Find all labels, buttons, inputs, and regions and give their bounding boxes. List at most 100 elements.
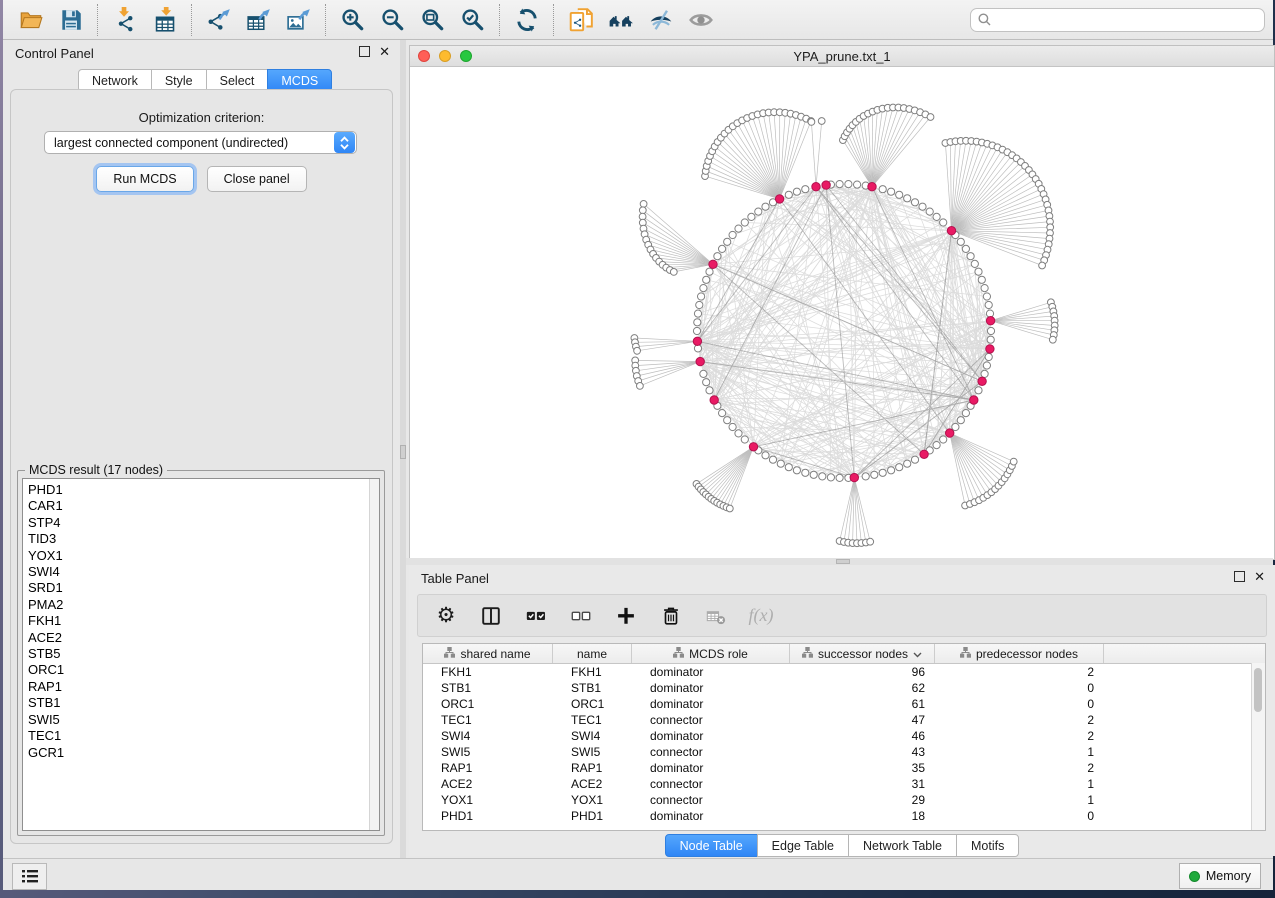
list-icon [22, 870, 38, 883]
first-neighbors-button[interactable] [601, 3, 641, 37]
application-window: Control Panel ✕ NetworkStyleSelectMCDS O… [3, 0, 1273, 890]
table-row[interactable]: YOX1YOX1connector291 [423, 792, 1265, 808]
mcds-result-item[interactable]: PMA2 [23, 597, 369, 613]
search-input[interactable] [997, 12, 1257, 28]
cell: 31 [790, 776, 935, 792]
cell: SWI4 [423, 728, 553, 744]
table-scrollbar-thumb[interactable] [1254, 668, 1262, 712]
search-box[interactable] [970, 8, 1265, 32]
table-row[interactable]: SWI4SWI4dominator462 [423, 728, 1265, 744]
table-scrollbar[interactable] [1251, 663, 1265, 830]
export-table-button[interactable] [239, 3, 279, 37]
mcds-result-item[interactable]: SRD1 [23, 580, 369, 596]
mcds-result-list[interactable]: PHD1CAR1STP4TID3YOX1SWI4SRD1PMA2FKH1ACE2… [22, 478, 380, 831]
horizontal-splitter[interactable] [406, 558, 1273, 565]
close-table-panel-icon[interactable]: ✕ [1254, 571, 1265, 582]
zoom-fit-button[interactable] [413, 3, 453, 37]
mcds-result-item[interactable]: STB1 [23, 695, 369, 711]
mcds-result-item[interactable]: TID3 [23, 531, 369, 547]
table-row[interactable]: ACE2ACE2connector311 [423, 776, 1265, 792]
table-row[interactable]: SWI5SWI5connector431 [423, 744, 1265, 760]
optimization-select[interactable]: largest connected component (undirected) [44, 131, 357, 154]
column-header-predecessor-nodes[interactable]: predecessor nodes [935, 644, 1104, 663]
horizontal-splitter-handle[interactable] [836, 559, 850, 564]
add-column-button[interactable] [613, 602, 639, 630]
float-panel-icon[interactable] [359, 46, 370, 57]
mcds-result-group: MCDS result (17 nodes) PHD1CAR1STP4TID3Y… [17, 470, 385, 836]
hide-selected-button[interactable] [641, 3, 681, 37]
cell: connector [632, 744, 790, 760]
copy-network-button[interactable] [561, 3, 601, 37]
vertical-splitter[interactable] [400, 40, 406, 858]
column-header-name[interactable]: name [553, 644, 632, 663]
cell: TEC1 [423, 712, 553, 728]
mcds-result-item[interactable]: PHD1 [23, 482, 369, 498]
column-header-shared-name[interactable]: shared name [423, 644, 553, 663]
cell-filler [1104, 696, 1265, 712]
zoom-out-button[interactable] [373, 3, 413, 37]
column-label: shared name [460, 647, 530, 661]
mcds-result-item[interactable]: STB5 [23, 646, 369, 662]
column-visibility-button[interactable] [478, 602, 504, 630]
cell-filler [1104, 744, 1265, 760]
mcds-result-item[interactable]: SWI4 [23, 564, 369, 580]
import-network-button[interactable] [105, 3, 145, 37]
save-session-button[interactable] [51, 3, 91, 37]
table-row[interactable]: FKH1FKH1dominator962 [423, 664, 1265, 680]
table-row[interactable]: PHD1PHD1dominator180 [423, 808, 1265, 824]
cell: 47 [790, 712, 935, 728]
cell: 43 [790, 744, 935, 760]
export-image-button[interactable] [279, 3, 319, 37]
show-all-button[interactable] [681, 3, 721, 37]
settings-gear-button[interactable]: ⚙ [433, 602, 459, 630]
list-scrollbar[interactable] [369, 479, 379, 830]
toolbar-separator [499, 4, 501, 36]
cell: 96 [790, 664, 935, 680]
delete-column-button[interactable] [658, 602, 684, 630]
close-panel-icon[interactable]: ✕ [379, 46, 390, 57]
column-header-successor-nodes[interactable]: successor nodes [790, 644, 935, 663]
deselect-all-button[interactable] [568, 602, 594, 630]
panel-list-button[interactable] [12, 863, 47, 890]
zoom-in-button[interactable] [333, 3, 373, 37]
table-row[interactable]: ORC1ORC1dominator610 [423, 696, 1265, 712]
tree-icon [960, 647, 971, 661]
mcds-result-item[interactable]: CAR1 [23, 498, 369, 514]
table-row[interactable]: STB1STB1dominator620 [423, 680, 1265, 696]
column-header-MCDS-role[interactable]: MCDS role [632, 644, 790, 663]
import-table-button[interactable] [145, 3, 185, 37]
run-mcds-button[interactable]: Run MCDS [96, 166, 193, 192]
network-canvas[interactable] [410, 67, 1274, 559]
cell: 61 [790, 696, 935, 712]
zoom-selected-button[interactable] [453, 3, 493, 37]
table-row[interactable]: TEC1TEC1connector472 [423, 712, 1265, 728]
tab-network-table[interactable]: Network Table [848, 834, 957, 857]
refresh-layout-button[interactable] [507, 3, 547, 37]
sort-descending-icon [913, 647, 922, 661]
float-table-panel-icon[interactable] [1234, 571, 1245, 582]
mcds-result-item[interactable]: YOX1 [23, 548, 369, 564]
close-panel-button[interactable]: Close panel [207, 166, 307, 192]
mcds-result-item[interactable]: TEC1 [23, 728, 369, 744]
table-row[interactable]: RAP1RAP1dominator352 [423, 760, 1265, 776]
open-file-button[interactable] [11, 3, 51, 37]
export-network-button[interactable] [199, 3, 239, 37]
cell: PHD1 [553, 808, 632, 824]
vertical-splitter-handle[interactable] [400, 445, 406, 459]
network-window-titlebar[interactable]: YPA_prune.txt_1 [410, 46, 1274, 67]
tab-node-table[interactable]: Node Table [665, 834, 758, 857]
mcds-result-item[interactable]: SWI5 [23, 712, 369, 728]
cell-filler [1104, 712, 1265, 728]
tab-edge-table[interactable]: Edge Table [757, 834, 849, 857]
select-all-button[interactable] [523, 602, 549, 630]
mcds-result-item[interactable]: FKH1 [23, 613, 369, 629]
mcds-result-item[interactable]: ORC1 [23, 662, 369, 678]
mcds-result-item[interactable]: RAP1 [23, 679, 369, 695]
mcds-result-item[interactable]: ACE2 [23, 630, 369, 646]
tab-motifs[interactable]: Motifs [956, 834, 1019, 857]
mcds-result-item[interactable]: STP4 [23, 515, 369, 531]
memory-button[interactable]: Memory [1179, 863, 1261, 889]
cell: connector [632, 792, 790, 808]
toolbar-separator [553, 4, 555, 36]
mcds-result-item[interactable]: GCR1 [23, 745, 369, 761]
